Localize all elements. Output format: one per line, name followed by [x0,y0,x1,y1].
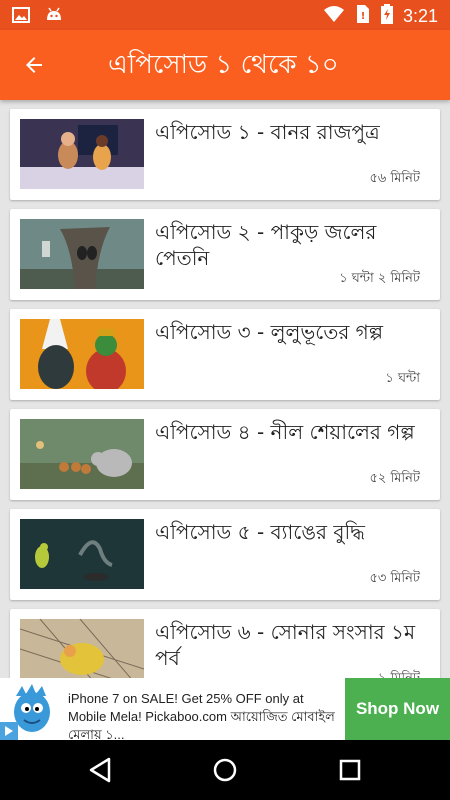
episode-list[interactable]: এপিসোড ১ - বানর রাজপুত্র ৫৬ মিনিট এপিসোড… [0,100,450,678]
episode-title: এপিসোড ৫ - ব্যাঙের বুদ্ধি [155,520,365,544]
episode-thumbnail [20,519,144,589]
page-title: এপিসোড ১ থেকে ১০ [108,50,339,80]
ad-banner[interactable]: iPhone 7 on SALE! Get 25% OFF only at Mo… [0,678,450,742]
episode-title: এপিসোড ১ - বানর রাজপুত্র [155,120,380,144]
episode-duration: ৫২ মিনিট [369,471,420,486]
ad-text: iPhone 7 on SALE! Get 25% OFF only at Mo… [68,691,335,742]
arrow-back-icon [26,57,42,73]
system-nav-bar [0,740,450,800]
episode-thumbnail [20,419,144,489]
episode-card[interactable]: এপিসোড ১ - বানর রাজপুত্র ৫৬ মিনিট [10,109,440,200]
episode-title: এপিসোড ৪ - নীল শেয়ালের গল্প [155,420,415,444]
episode-card[interactable]: এপিসোড ৩ - লুলুভূতের গল্প ১ ঘন্টা [10,309,440,400]
wifi-icon [323,5,345,27]
episode-thumbnail [20,619,144,678]
episode-title: এপিসোড ৩ - লুলুভূতের গল্প [155,320,384,344]
battery-charging-icon [380,4,393,28]
back-button[interactable] [14,48,54,82]
status-time: 3:21 [402,5,438,26]
nav-home-button[interactable] [210,755,240,785]
episode-title: এপিসোড ৬ - সোনার সংসার ১ম পর্ব [155,620,416,670]
svg-text:!: ! [361,11,366,22]
episode-duration: ৫৬ মিনিট [369,171,420,186]
nav-back-button[interactable] [85,755,115,785]
status-bar: ! 3:21 [0,0,450,30]
image-icon [12,6,30,28]
episode-thumbnail [20,119,144,189]
episode-thumbnail [20,319,144,389]
episode-card[interactable]: এপিসোড ৫ - ব্যাঙের বুদ্ধি ৫৩ মিনিট [10,509,440,600]
shop-now-button[interactable]: Shop Now [345,678,450,740]
episode-duration: ১ মিনিট [378,669,420,678]
episode-card[interactable]: এপিসোড ৬ - সোনার সংসার ১ম পর্ব ১ মিনিট [10,609,440,678]
adchoices-icon[interactable] [0,722,18,740]
app-bar: এপিসোড ১ থেকে ১০ [0,30,450,100]
home-circle-icon [213,758,237,782]
episode-thumbnail [20,219,144,289]
recents-square-icon [339,759,361,781]
episode-duration: ১ ঘন্টা ২ মিনিট [339,271,420,286]
episode-title: এপিসোড ২ - পাকুড় জলের পেতনি [155,220,377,270]
nav-recents-button[interactable] [335,755,365,785]
episode-duration: ১ ঘন্টা [385,371,420,386]
back-triangle-icon [89,757,111,783]
android-icon [44,6,64,28]
no-sim-icon: ! [355,4,371,28]
episode-card[interactable]: এপিসোড ৪ - নীল শেয়ালের গল্প ৫২ মিনিট [10,409,440,500]
episode-card[interactable]: এপিসোড ২ - পাকুড় জলের পেতনি ১ ঘন্টা ২ ম… [10,209,440,300]
episode-duration: ৫৩ মিনিট [369,571,420,586]
